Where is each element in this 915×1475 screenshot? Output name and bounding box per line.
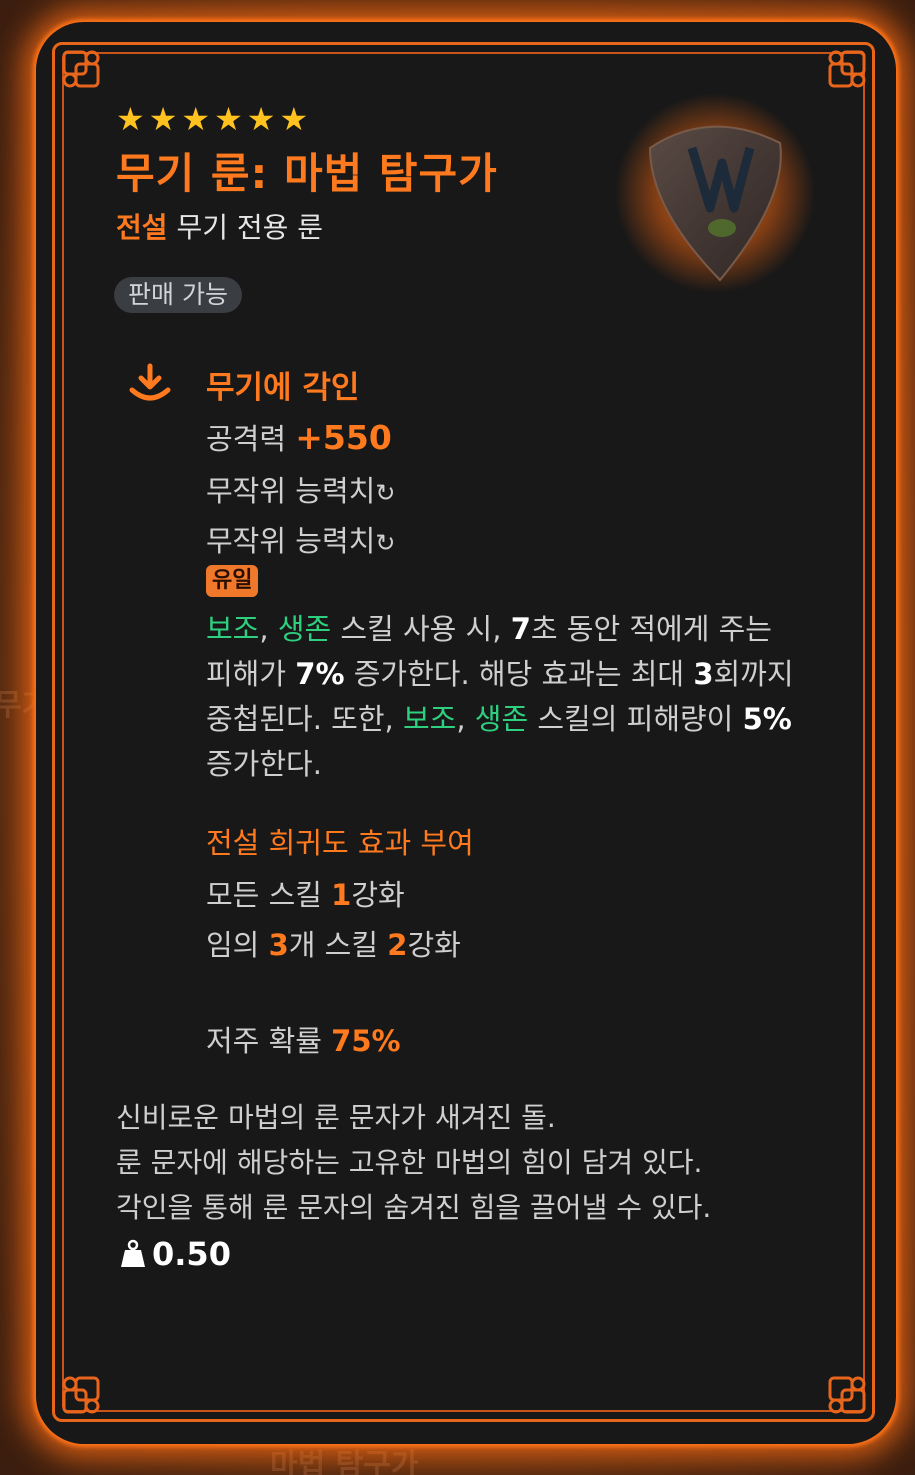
random-stat-row: 무작위 능력치↻ <box>206 518 395 560</box>
keyword: 생존 <box>277 612 332 646</box>
curse-value: 75% <box>331 1024 401 1058</box>
star-icon: ★ <box>148 100 178 138</box>
keyword: 보조 <box>402 702 457 736</box>
bonus-text: 강화 <box>351 878 405 912</box>
bonus-text: 임의 <box>206 928 269 962</box>
item-description: 신비로운 마법의 룬 문자가 새겨진 돌. 룬 문자에 해당하는 고유한 마법의… <box>116 1095 836 1230</box>
description-line: 신비로운 마법의 룬 문자가 새겨진 돌. <box>116 1101 556 1134</box>
celtic-knot-icon <box>54 42 112 100</box>
item-weight: 0.50 <box>120 1235 231 1273</box>
attack-stat: 공격력 +550 <box>206 416 392 458</box>
celtic-knot-icon <box>816 42 874 100</box>
background-ghost-text: 마법 탐구가 <box>270 1448 419 1475</box>
engrave-heading: 무기에 각인 <box>206 370 360 406</box>
effect-text: , <box>456 702 475 736</box>
star-icon: ★ <box>116 100 145 138</box>
rune-stone-icon <box>610 88 820 298</box>
item-subtitle: 전설 무기 전용 룬 <box>116 206 323 246</box>
effect-text: , <box>259 612 278 646</box>
random-stat-label: 무작위 능력치 <box>206 474 376 508</box>
effect-number: 3 <box>693 657 714 691</box>
item-title: 무기 룬: 마법 탐구가 <box>116 149 498 198</box>
legendary-bonus-heading: 전설 희귀도 효과 부여 <box>206 826 474 860</box>
star-icon: ★ <box>214 100 243 138</box>
curse-label: 저주 확률 <box>206 1024 332 1058</box>
keyword: 생존 <box>474 702 529 736</box>
bonus-text: 모든 스킬 <box>206 878 332 912</box>
download-arrow-icon <box>126 360 174 408</box>
description-line: 룬 문자에 해당하는 고유한 마법의 힘이 담겨 있다. <box>116 1146 703 1179</box>
legendary-bonus-line: 임의 3개 스킬 2강화 <box>206 922 461 964</box>
celtic-knot-icon <box>54 1364 112 1422</box>
weight-icon <box>121 1239 145 1267</box>
effect-number: 7 <box>510 612 531 646</box>
effect-text: 증가한다. 해당 효과는 최대 <box>344 657 694 691</box>
unique-badge: 유일 <box>206 565 259 597</box>
celtic-knot-icon <box>816 1364 874 1422</box>
star-icon: ★ <box>181 100 211 138</box>
description-line: 각인을 통해 룬 문자의 숨겨진 힘을 끌어낼 수 있다. <box>116 1191 712 1224</box>
star-icon: ★ <box>246 100 276 138</box>
refresh-icon[interactable]: ↻ <box>375 529 395 557</box>
bonus-text: 강화 <box>407 928 461 962</box>
effect-number: 7% <box>295 657 345 691</box>
item-grade: 전설 <box>116 211 168 244</box>
bonus-number: 3 <box>268 928 289 962</box>
keyword: 보조 <box>206 612 260 646</box>
unique-effect-text: 보조, 생존 스킬 사용 시, 7초 동안 적에게 주는 피해가 7% 증가한다… <box>206 607 806 787</box>
star-icon: ★ <box>279 100 309 138</box>
effect-text: 스킬의 피해량이 <box>528 702 743 736</box>
curse-chance: 저주 확률 75% <box>206 1018 401 1060</box>
effect-number: 5% <box>742 702 792 736</box>
effect-text: 스킬 사용 시, <box>331 612 511 646</box>
random-stat-label: 무작위 능력치 <box>206 524 376 558</box>
attack-value: +550 <box>295 418 392 457</box>
weight-value: 0.50 <box>152 1235 231 1273</box>
legendary-bonus-line: 모든 스킬 1강화 <box>206 872 405 914</box>
sell-status-badge: 판매 가능 <box>114 277 242 313</box>
attack-label: 공격력 <box>206 422 296 456</box>
item-type: 무기 전용 룬 <box>176 211 324 244</box>
bonus-number: 1 <box>331 878 352 912</box>
refresh-icon[interactable]: ↻ <box>375 479 395 507</box>
random-stat-row: 무작위 능력치↻ <box>206 468 395 510</box>
star-rating: ★ ★ ★ ★ ★ ★ <box>116 100 308 138</box>
bonus-text: 개 스킬 <box>288 928 388 962</box>
effect-text: 증가한다. <box>206 747 322 781</box>
bonus-number: 2 <box>387 928 408 962</box>
